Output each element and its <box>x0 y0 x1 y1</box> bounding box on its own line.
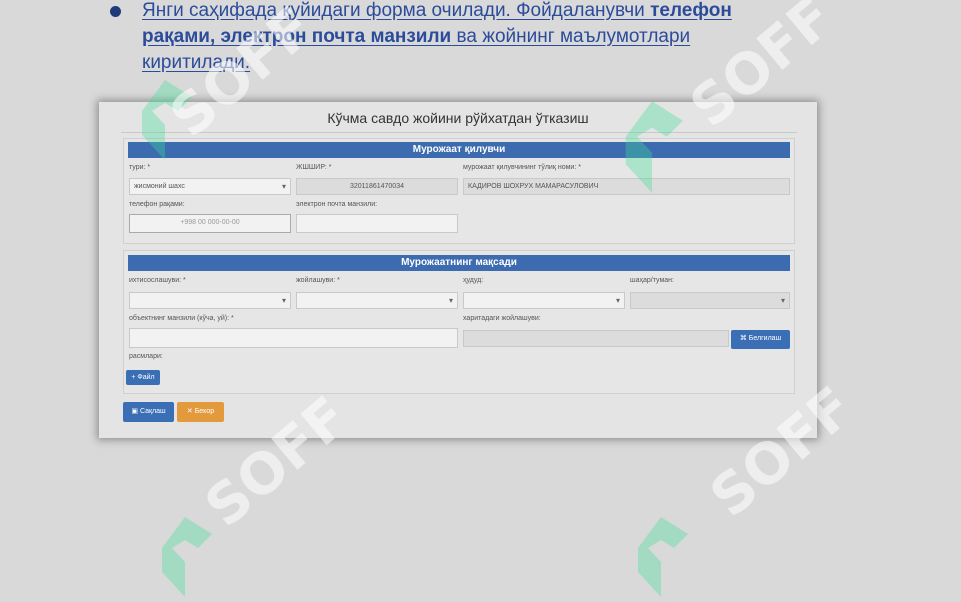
purpose-panel-header: Мурожаатнинг мақсади <box>128 255 790 271</box>
cancel-button-label: Бекор <box>194 408 215 415</box>
applicant-panel: Мурожаат қилувчи тури: * жисмоний шахс Ж… <box>123 138 795 244</box>
map-select-button[interactable]: ⌘ Белгилаш <box>731 330 790 349</box>
phone-input[interactable]: +998 00 000-00-00 <box>129 214 291 233</box>
email-input[interactable] <box>296 214 458 233</box>
cancel-button[interactable]: ✕ Бекор <box>177 402 224 422</box>
map-location-field[interactable] <box>463 330 729 347</box>
pinfl-field[interactable]: 32011861470034 <box>296 178 458 195</box>
map-pin-icon: ⌘ <box>739 335 749 342</box>
type-select[interactable]: жисмоний шахс <box>129 178 291 195</box>
region-select[interactable] <box>463 292 625 309</box>
pictures-label: расмлари: <box>129 353 163 360</box>
phone-label: телефон рақами: <box>129 201 185 208</box>
email-label: электрон почта манзили: <box>296 201 378 208</box>
specialization-select[interactable] <box>129 292 291 309</box>
form-screenshot: Кўчма савдо жойини рўйхатдан ўтказиш Мур… <box>99 102 817 438</box>
cancel-icon: ✕ <box>186 408 195 415</box>
type-label: тури: * <box>129 164 151 171</box>
save-button-label: Сақлаш <box>139 408 166 415</box>
specialization-label: ихтисослашуви: * <box>129 277 186 284</box>
map-label: харитадаги жойлашуви: <box>463 315 541 322</box>
placement-select[interactable] <box>296 292 458 309</box>
save-icon: ▣ <box>131 408 140 415</box>
purpose-panel: Мурожаатнинг мақсади ихтисослашуви: * жо… <box>123 250 795 394</box>
region-label: ҳудуд: <box>463 277 484 284</box>
pinfl-label: ЖШШИР: * <box>296 164 332 171</box>
watermark-logo-icon <box>162 517 212 597</box>
watermark-logo-icon <box>638 517 688 597</box>
title-divider <box>121 132 797 133</box>
address-input[interactable] <box>129 328 458 348</box>
map-select-button-label: Белгилаш <box>748 335 782 342</box>
bullet-text-part1: Янги саҳифада қуйидаги форма очилади. Фо… <box>142 0 651 21</box>
fullname-label: мурожаат қилувчининг тўлиқ номи: * <box>463 164 581 171</box>
add-file-button[interactable]: + Файл <box>126 370 160 385</box>
bullet-point <box>110 6 121 17</box>
placement-label: жойлашуви: * <box>296 277 340 284</box>
save-button[interactable]: ▣ Сақлаш <box>123 402 174 422</box>
district-label: шаҳар/туман: <box>630 277 674 284</box>
district-select[interactable] <box>630 292 790 309</box>
watermark-logo-icon <box>625 101 683 193</box>
address-label: объектнинг манзили (кўча, уй): * <box>129 315 234 322</box>
